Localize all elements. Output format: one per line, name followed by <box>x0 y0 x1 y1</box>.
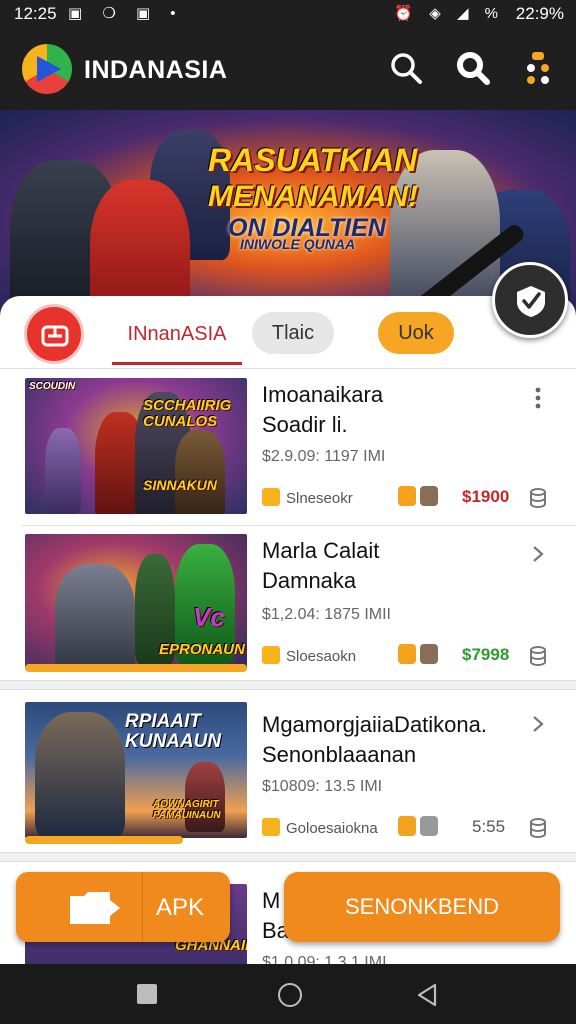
list-item[interactable]: Vc EPRONAUN Marla Calait Damnaka $1,2.04… <box>0 526 576 678</box>
app-bar: INDANASIA <box>0 28 576 110</box>
card-badge-icon <box>420 644 438 664</box>
category-icon <box>262 646 280 664</box>
banner-headline-1: RASUATKIAN <box>208 142 418 178</box>
banner-tagline: INIWOLE QUNAA <box>240 236 356 252</box>
store-logo-icon[interactable] <box>24 304 84 364</box>
download-progress-bar <box>25 836 183 844</box>
section-separator <box>0 680 576 690</box>
thumbnail-figure <box>45 428 81 514</box>
game-category: Sloesaokn <box>262 646 356 665</box>
notification-icons: ▣ ❍ ▣ • <box>68 5 184 22</box>
tab-bar: INnanASIA Tlaic Uok <box>0 296 576 369</box>
promo-banner[interactable]: RASUATKIAN MENANAMAN! ON DIALTIEN INIWOL… <box>0 110 576 310</box>
category-label: Goloesaiokna <box>286 820 378 837</box>
home-icon[interactable] <box>278 983 302 1007</box>
thumbnail-figure <box>185 762 225 832</box>
game-category: Slneseokr <box>262 488 353 507</box>
banner-hero-figure <box>90 180 190 310</box>
game-meta: $2.9.09: 1197 IMI <box>262 448 386 465</box>
coin-badge-icon <box>398 816 416 836</box>
game-thumbnail[interactable]: SCOUDIN SCCHAIIRIG CUNALOS SINNAKUN <box>25 378 247 514</box>
tab-trending[interactable]: Tlaic <box>252 312 334 354</box>
verified-check-icon <box>517 286 545 317</box>
game-price: $1900 <box>462 487 510 506</box>
game-title[interactable]: MgamorgjaiiaDatikona. <box>262 710 524 739</box>
status-time-right: 22:9% <box>515 4 564 23</box>
game-subtitle: Soadir li. <box>262 412 348 437</box>
thumbnail-title: SCCHAIIRIG CUNALOS <box>143 397 232 430</box>
database-icon[interactable] <box>529 818 547 838</box>
category-icon <box>262 488 280 506</box>
game-subtitle: Damnaka <box>262 568 357 593</box>
divider <box>0 368 576 369</box>
game-meta: $1.0.09: 1.3.1 IMI <box>262 954 387 964</box>
game-meta: $10809: 13.5 IMI <box>262 778 383 795</box>
game-thumbnail[interactable]: RPIAAIT KUNAAUN AOWNAGIRIT PAMAUINAUN <box>25 702 247 838</box>
banner-headline-2: MENANAMAN! <box>208 180 418 213</box>
thumbnail-figure <box>55 564 135 670</box>
coin-badge-icon <box>398 644 416 664</box>
thumbnail-figure <box>35 712 125 838</box>
game-title[interactable]: Imoanaikara <box>262 380 524 409</box>
category-label: Sloesaokn <box>286 648 357 665</box>
app-logo-icon[interactable] <box>22 44 72 94</box>
recents-icon[interactable] <box>137 984 157 1004</box>
database-icon[interactable] <box>529 646 547 666</box>
thumbnail-label: SCOUDIN <box>29 381 76 392</box>
divider <box>142 872 143 942</box>
game-price: 5:55 <box>472 817 506 836</box>
coin-badge-icon <box>398 486 416 506</box>
thumbnail-subtitle: SINNAKUN <box>143 477 217 493</box>
tab-active-indicator <box>112 362 242 365</box>
game-meta: $1,2.04: 1875 IMII <box>262 606 391 623</box>
tab-home[interactable]: INnanASIA <box>112 314 242 354</box>
list-item[interactable]: SCOUDIN SCCHAIIRIG CUNALOS SINNAKUN Imoa… <box>0 370 576 524</box>
phone-badge-icon <box>420 816 438 836</box>
game-category: Goloesaiokna <box>262 818 378 837</box>
more-vertical-icon[interactable] <box>528 386 548 410</box>
chevron-right-icon[interactable] <box>528 542 548 566</box>
search-icon[interactable] <box>388 50 424 86</box>
status-time-left: 12:25 <box>14 4 57 23</box>
category-icon <box>262 818 280 836</box>
game-price: $7998 <box>462 645 510 664</box>
floating-action-button[interactable] <box>492 262 568 338</box>
system-status-icons: ⏰ ◈ ◢ % <box>394 5 504 22</box>
content-sheet: INnanASIA Tlaic Uok SCOUDIN SCCHAIIRIG C… <box>0 296 576 964</box>
section-separator <box>0 852 576 862</box>
thumbnail-subtitle: AOWNAGIRIT PAMAUINAUN <box>153 799 221 821</box>
card-badge-icon <box>420 486 438 506</box>
download-button[interactable]: SENONKBEND <box>284 872 560 942</box>
database-icon[interactable] <box>529 488 547 508</box>
back-icon[interactable] <box>416 983 438 1007</box>
search-filled-icon[interactable] <box>455 50 491 86</box>
game-subtitle: Senonblaaanan <box>262 742 417 767</box>
tab-other[interactable]: Uok <box>378 312 454 354</box>
thumbnail-figure <box>175 430 225 514</box>
category-label: Slneseokr <box>286 490 353 507</box>
thumbnail-subtitle: EPRONAUN <box>159 641 245 658</box>
game-thumbnail[interactable]: Vc EPRONAUN <box>25 534 247 670</box>
apk-button-label: APK <box>156 894 205 921</box>
apk-button[interactable]: APK <box>16 872 230 942</box>
thumbnail-title: RPIAAIT KUNAAUN <box>125 711 222 752</box>
game-title[interactable]: Marla Calait <box>262 536 524 565</box>
list-item[interactable]: RPIAAIT KUNAAUN AOWNAGIRIT PAMAUINAUN Mg… <box>0 692 576 850</box>
status-bar: 12:25 ▣ ❍ ▣ • ⏰ ◈ ◢ % 22:9% <box>0 0 576 28</box>
system-nav-bar <box>0 964 576 1024</box>
thumbnail-title: Vc <box>193 602 225 632</box>
app-title: INDANASIA <box>84 56 228 84</box>
apk-file-icon <box>70 892 120 924</box>
download-progress-bar <box>25 664 247 672</box>
chevron-right-icon[interactable] <box>528 712 548 736</box>
menu-icon[interactable] <box>520 50 556 86</box>
